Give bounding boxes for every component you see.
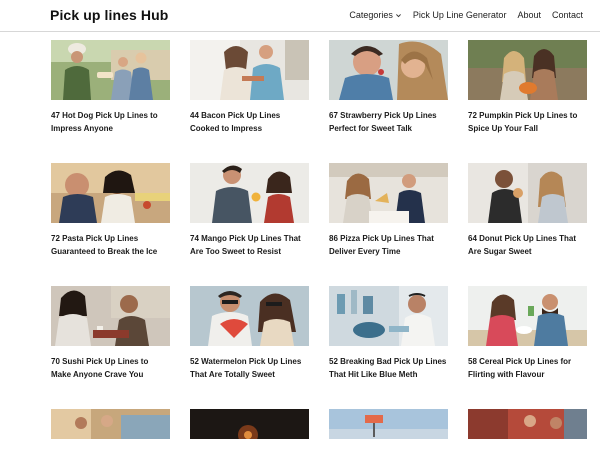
main-nav: Categories Pick Up Line Generator About … — [349, 10, 583, 20]
nav-contact[interactable]: Contact — [552, 10, 583, 20]
site-title[interactable]: Pick up lines Hub — [50, 7, 168, 23]
post-title[interactable]: 44 Bacon Pick Up Lines Cooked to Impress — [190, 110, 309, 135]
post-thumbnail[interactable] — [468, 163, 587, 223]
nav-generator[interactable]: Pick Up Line Generator — [413, 10, 507, 20]
post-thumbnail[interactable] — [51, 409, 170, 439]
post-card[interactable]: 72 Pumpkin Pick Up Lines to Spice Up You… — [468, 40, 587, 163]
post-title[interactable]: 67 Strawberry Pick Up Lines Perfect for … — [329, 110, 448, 135]
post-card[interactable]: 67 Strawberry Pick Up Lines Perfect for … — [329, 40, 448, 163]
nav-categories-label: Categories — [349, 10, 393, 20]
post-thumbnail[interactable] — [51, 163, 170, 223]
chevron-down-icon — [395, 13, 401, 17]
post-thumbnail[interactable] — [190, 163, 309, 223]
post-title[interactable]: 72 Pasta Pick Up Lines Guaranteed to Bre… — [51, 233, 170, 258]
post-card[interactable] — [329, 409, 448, 449]
nav-about[interactable]: About — [517, 10, 541, 20]
post-thumbnail[interactable] — [329, 409, 448, 439]
post-thumbnail[interactable] — [51, 286, 170, 346]
post-thumbnail[interactable] — [190, 409, 309, 439]
post-card[interactable] — [190, 409, 309, 449]
post-card[interactable]: 86 Pizza Pick Up Lines That Deliver Ever… — [329, 163, 448, 286]
post-card[interactable]: 64 Donut Pick Up Lines That Are Sugar Sw… — [468, 163, 587, 286]
site-header: Pick up lines Hub Categories Pick Up Lin… — [0, 0, 600, 32]
post-title[interactable]: 52 Watermelon Pick Up Lines That Are Tot… — [190, 356, 309, 381]
post-title[interactable]: 74 Mango Pick Up Lines That Are Too Swee… — [190, 233, 309, 258]
nav-categories[interactable]: Categories — [349, 10, 402, 20]
post-title[interactable]: 64 Donut Pick Up Lines That Are Sugar Sw… — [468, 233, 587, 258]
post-thumbnail[interactable] — [190, 40, 309, 100]
post-title[interactable]: 58 Cereal Pick Up Lines for Flirting wit… — [468, 356, 587, 381]
post-card[interactable]: 47 Hot Dog Pick Up Lines to Impress Anyo… — [51, 40, 170, 163]
post-card[interactable]: 72 Pasta Pick Up Lines Guaranteed to Bre… — [51, 163, 170, 286]
post-thumbnail[interactable] — [329, 40, 448, 100]
post-title[interactable]: 52 Breaking Bad Pick Up Lines That Hit L… — [329, 356, 448, 381]
post-thumbnail[interactable] — [329, 286, 448, 346]
post-thumbnail[interactable] — [329, 163, 448, 223]
post-title[interactable]: 86 Pizza Pick Up Lines That Deliver Ever… — [329, 233, 448, 258]
post-card[interactable] — [468, 409, 587, 449]
post-title[interactable]: 47 Hot Dog Pick Up Lines to Impress Anyo… — [51, 110, 170, 135]
post-card[interactable]: 44 Bacon Pick Up Lines Cooked to Impress — [190, 40, 309, 163]
post-thumbnail[interactable] — [468, 286, 587, 346]
post-card[interactable]: 58 Cereal Pick Up Lines for Flirting wit… — [468, 286, 587, 409]
post-thumbnail[interactable] — [51, 40, 170, 100]
post-thumbnail[interactable] — [190, 286, 309, 346]
post-title[interactable]: 72 Pumpkin Pick Up Lines to Spice Up You… — [468, 110, 587, 135]
post-title[interactable]: 70 Sushi Pick Up Lines to Make Anyone Cr… — [51, 356, 170, 381]
post-thumbnail[interactable] — [468, 40, 587, 100]
post-thumbnail[interactable] — [468, 409, 587, 439]
post-grid: 47 Hot Dog Pick Up Lines to Impress Anyo… — [51, 40, 589, 449]
post-card[interactable]: 52 Watermelon Pick Up Lines That Are Tot… — [190, 286, 309, 409]
post-card[interactable] — [51, 409, 170, 449]
post-card[interactable]: 74 Mango Pick Up Lines That Are Too Swee… — [190, 163, 309, 286]
post-card[interactable]: 52 Breaking Bad Pick Up Lines That Hit L… — [329, 286, 448, 409]
post-card[interactable]: 70 Sushi Pick Up Lines to Make Anyone Cr… — [51, 286, 170, 409]
